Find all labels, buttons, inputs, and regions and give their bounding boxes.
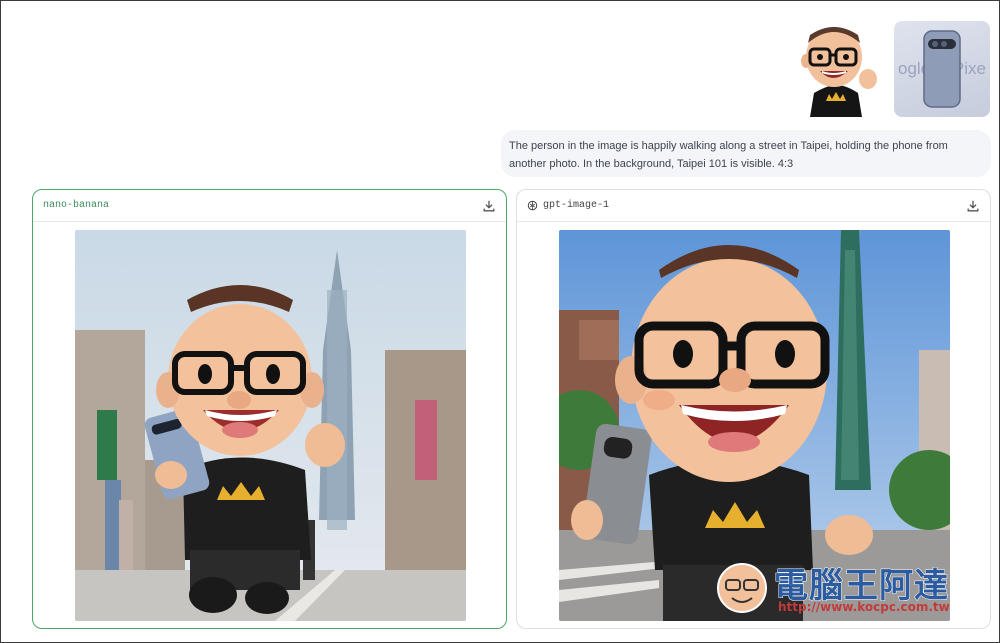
prompt-text: The person in the image is happily walki…: [509, 140, 948, 170]
download-icon[interactable]: [966, 199, 980, 213]
result-card-nano-banana[interactable]: nano-banana: [32, 189, 507, 629]
watermark-mascot-icon: [717, 563, 767, 613]
model-name: nano-banana: [43, 200, 110, 211]
attachment-thumbnails: ogle Pixe: [788, 21, 990, 117]
result-card-gpt-image-1[interactable]: gpt-image-1 電腦王阿達 http://www.kocpc.com.t…: [516, 189, 991, 629]
card-header: gpt-image-1: [517, 190, 990, 222]
download-icon[interactable]: [482, 199, 496, 213]
model-name-with-icon: gpt-image-1: [527, 200, 609, 211]
watermark-url: http://www.kocpc.com.tw: [778, 600, 950, 614]
phone-illustration: [923, 30, 961, 108]
character-illustration: [801, 27, 877, 117]
card-header: nano-banana: [33, 190, 506, 222]
street-scene-illustration: [75, 230, 466, 621]
openai-icon: [527, 200, 538, 211]
generated-image-nano-banana[interactable]: [75, 230, 466, 621]
model-name: gpt-image-1: [543, 200, 610, 211]
attachment-phone-image[interactable]: ogle Pixe: [894, 21, 990, 117]
site-watermark: 電腦王阿達 http://www.kocpc.com.tw: [712, 558, 980, 618]
user-prompt-bubble: The person in the image is happily walki…: [501, 130, 991, 177]
attachment-character-image[interactable]: [788, 21, 884, 117]
